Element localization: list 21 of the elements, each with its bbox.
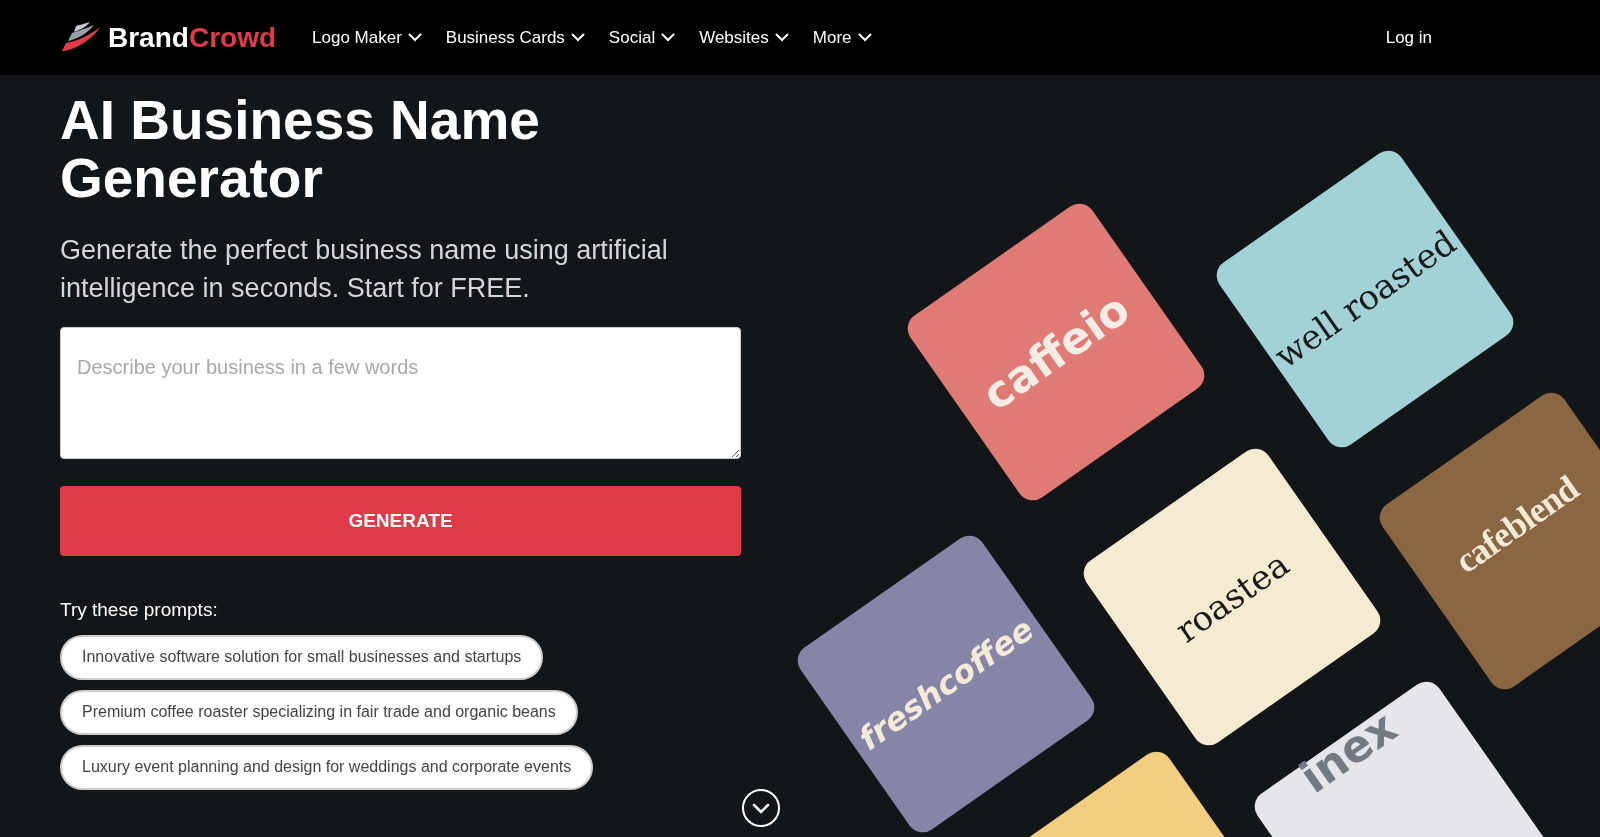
chevron-down-icon xyxy=(774,33,789,42)
nav-menu-item[interactable]: Logo Maker xyxy=(312,24,422,51)
prompt-chip[interactable]: Luxury event planning and design for weddings and corporate events xyxy=(60,744,594,790)
subtitle-text: Generate the perfect business name using artificial intelligence in seconds. Start for FREE. xyxy=(60,234,669,305)
chevron-down-icon xyxy=(407,33,422,42)
chevron-down-icon xyxy=(570,33,585,42)
chevron-down-icon xyxy=(661,33,676,42)
nav-menu-item[interactable]: Business Cards xyxy=(445,24,585,51)
page-title: AI Business Name Generator xyxy=(60,91,540,207)
nav-menu-item[interactable]: Social xyxy=(608,24,676,51)
brand-logo[interactable]: BrandCrowd xyxy=(60,16,276,59)
nav-menu-item[interactable]: More xyxy=(812,24,872,51)
prompt-chip[interactable]: Innovative software solution for small businesses and startups xyxy=(60,634,544,680)
business-description-field[interactable]: Describe your business in a few words xyxy=(60,327,741,459)
prompts-label: Try these prompts: xyxy=(60,598,219,622)
generate-button[interactable]: GENERATE xyxy=(60,486,741,556)
login-link[interactable]: Log in xyxy=(1385,24,1432,51)
prompt-chip[interactable]: Premium coffee roaster specializing in fair trade and organic beans xyxy=(60,689,578,735)
scroll-down-icon[interactable] xyxy=(741,788,781,828)
nav-menu-item[interactable]: Websites xyxy=(699,24,789,51)
chevron-down-icon xyxy=(857,33,872,42)
